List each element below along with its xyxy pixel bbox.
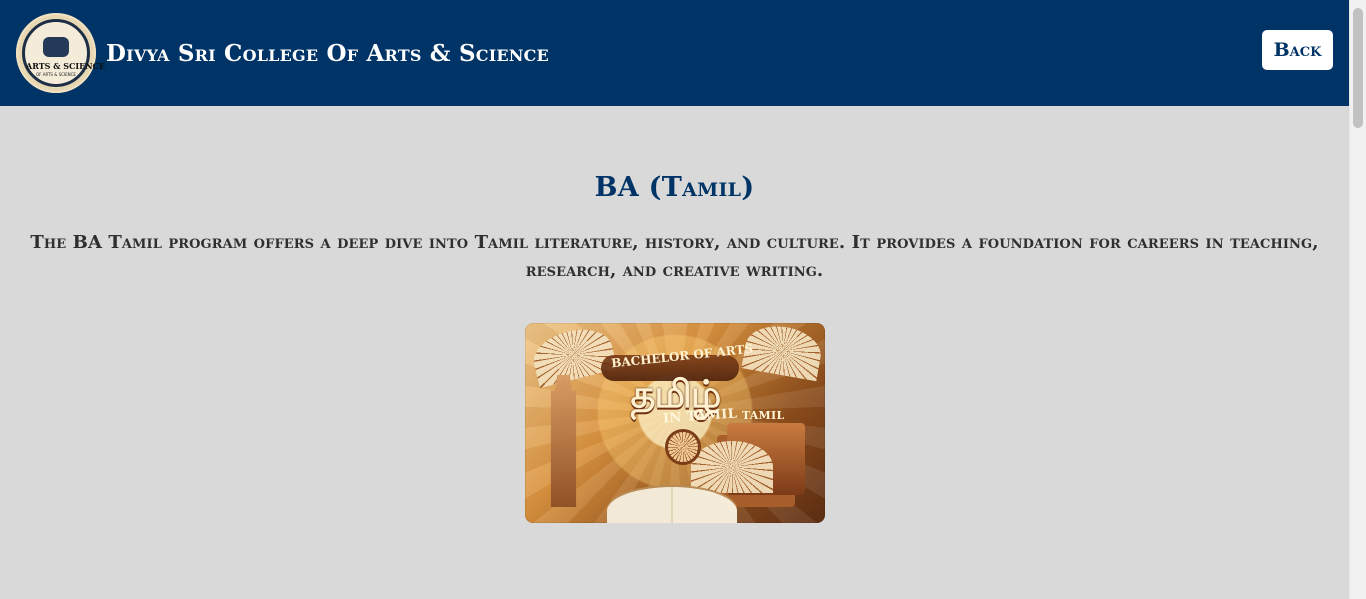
- page-container: ARTS & SCIENCE OF ARTS & SCIENCE Divya S…: [0, 0, 1349, 599]
- page-scrollbar[interactable]: [1349, 0, 1366, 599]
- decorative-fan-bottom: [690, 441, 773, 493]
- program-description: The BA Tamil program offers a deep dive …: [30, 232, 1319, 281]
- program-title: BA (Tamil): [594, 172, 755, 203]
- main-content: BA (Tamil) The BA Tamil program offers a…: [0, 106, 1349, 523]
- program-image: TAMIL BACHELOR OF ARTS தமிழ் IN TAMIL: [524, 323, 825, 523]
- college-logo: ARTS & SCIENCE OF ARTS & SCIENCE: [16, 13, 105, 93]
- back-button[interactable]: Back: [1262, 30, 1333, 70]
- logo-subtext: OF ARTS & SCIENCE: [36, 72, 76, 77]
- logo-text: ARTS & SCIENCE: [26, 61, 105, 71]
- wheel-ornament: [664, 429, 701, 465]
- scrollbar-thumb[interactable]: [1353, 8, 1363, 128]
- college-name: Divya Sri College Of Arts & Science: [106, 39, 549, 67]
- logo-emblem: [43, 37, 69, 57]
- top-header: ARTS & SCIENCE OF ARTS & SCIENCE Divya S…: [0, 0, 1349, 106]
